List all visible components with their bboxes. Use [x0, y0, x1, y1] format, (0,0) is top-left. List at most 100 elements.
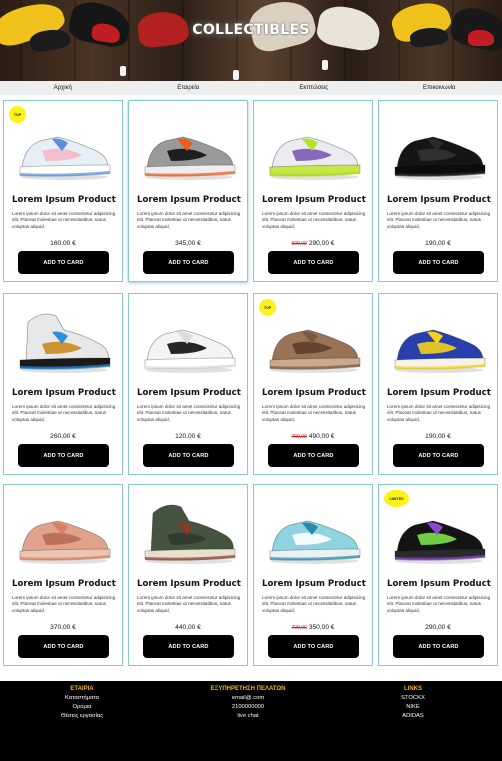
product-name[interactable]: Lorem Ipsum Product — [262, 195, 366, 205]
product-price-line: 260,00 € — [4, 433, 122, 440]
product-name[interactable]: Lorem Ipsum Product — [12, 579, 116, 589]
add-to-cart-button[interactable]: ADD TO CARD — [393, 635, 484, 658]
nav-item-home[interactable]: Αρχική — [0, 85, 126, 91]
product-image[interactable] — [12, 107, 114, 185]
product-card[interactable]: TOP Lorem Ipsum Product Lorem ipsum dolor … — [3, 100, 123, 282]
product-name[interactable]: Lorem Ipsum Product — [137, 388, 241, 398]
footer-column-company: ΕΤΑΙΡΙΑ Καταστήματα Ορόμια Θέσεις εργασί… — [52, 686, 112, 721]
product-price: 190,00 € — [425, 433, 451, 440]
product-badge: LIMITED — [384, 490, 409, 507]
add-to-cart-button[interactable]: ADD TO CARD — [268, 635, 359, 658]
product-card[interactable]: Lorem Ipsum Product Lorem ipsum dolor sit… — [378, 293, 498, 475]
product-image[interactable] — [262, 491, 364, 569]
product-price: 190,00 € — [425, 240, 451, 247]
product-card[interactable]: Lorem Ipsum Product Lorem ipsum dolor sit… — [253, 484, 373, 666]
product-image[interactable] — [137, 107, 239, 185]
footer: ΕΤΑΙΡΙΑ Καταστήματα Ορόμια Θέσεις εργασί… — [0, 681, 502, 761]
product-name[interactable]: Lorem Ipsum Product — [12, 388, 116, 398]
hero-price-tag — [120, 66, 126, 76]
footer-link-adidas[interactable]: ADIDAS — [390, 712, 436, 721]
product-image[interactable] — [262, 300, 364, 378]
footer-link-stockx[interactable]: STOCKX — [390, 694, 436, 703]
product-price-line: 190,00 € — [379, 240, 497, 247]
product-name[interactable]: Lorem Ipsum Product — [387, 388, 491, 398]
product-description: Lorem ipsum dolor sit amet consectetur a… — [137, 211, 241, 229]
footer-heading: LINKS — [404, 686, 422, 692]
product-name[interactable]: Lorem Ipsum Product — [387, 579, 491, 589]
product-price-line: 440,00 € — [129, 624, 247, 631]
product-price: 120,00 € — [175, 433, 201, 440]
product-description: Lorem ipsum dolor sit amet consectetur a… — [262, 404, 366, 422]
product-name[interactable]: Lorem Ipsum Product — [387, 195, 491, 205]
footer-link-nike[interactable]: NIKE — [390, 703, 436, 712]
main-nav: Αρχική Εταιρεία Εκπτώσεις Επικοινωνία — [0, 81, 502, 95]
product-image[interactable] — [12, 491, 114, 569]
product-name[interactable]: Lorem Ipsum Product — [137, 579, 241, 589]
add-to-cart-button[interactable]: ADD TO CARD — [18, 635, 109, 658]
product-price-line: 345,00 € — [129, 240, 247, 247]
product-card[interactable]: LIMITED Lorem Ipsum Product Lorem ipsum do… — [378, 484, 498, 666]
product-price-line: 160,00 € — [4, 240, 122, 247]
nav-item-company[interactable]: Εταιρεία — [126, 85, 252, 91]
hero-price-tag — [322, 60, 328, 70]
product-name[interactable]: Lorem Ipsum Product — [137, 195, 241, 205]
product-price: 490,00 € — [308, 433, 335, 440]
add-to-cart-button[interactable]: ADD TO CARD — [143, 635, 234, 658]
product-image[interactable] — [137, 300, 239, 378]
hero-title: COLLECTIBLES — [192, 22, 310, 38]
product-old-price: 700,00 — [291, 434, 307, 440]
footer-link-stores[interactable]: Καταστήματα — [52, 694, 112, 703]
footer-link-email[interactable]: email@.com — [198, 694, 298, 703]
product-description: Lorem ipsum dolor sit amet consectetur a… — [387, 595, 491, 613]
footer-link-phone[interactable]: 2100000000 — [198, 703, 298, 712]
product-description: Lorem ipsum dolor sit amet consectetur a… — [12, 404, 116, 422]
footer-column-customer-service: ΕΞΥΠΗΡΕΤΗΣΗ ΠΕΛΑΤΩΝ email@.com 210000000… — [198, 686, 298, 721]
product-description: Lorem ipsum dolor sit amet consectetur a… — [12, 595, 116, 613]
nav-item-contact[interactable]: Επικοινωνία — [377, 85, 502, 91]
add-to-cart-button[interactable]: ADD TO CARD — [393, 251, 484, 274]
product-price: 440,00 € — [175, 624, 201, 631]
product-old-price: 700,00 — [291, 625, 307, 631]
product-card[interactable]: Lorem Ipsum Product Lorem ipsum dolor sit… — [3, 484, 123, 666]
product-image[interactable] — [12, 300, 114, 378]
footer-heading: ΕΞΥΠΗΡΕΤΗΣΗ ΠΕΛΑΤΩΝ — [210, 686, 286, 692]
add-to-cart-button[interactable]: ADD TO CARD — [393, 444, 484, 467]
product-price-line: 190,00 € — [379, 433, 497, 440]
product-card[interactable]: Lorem Ipsum Product Lorem ipsum dolor sit… — [128, 484, 248, 666]
product-price-line: 370,00 € — [4, 624, 122, 631]
product-old-price: 600,00 — [291, 241, 307, 247]
product-card[interactable]: Lorem Ipsum Product Lorem ipsum dolor sit… — [3, 293, 123, 475]
add-to-cart-button[interactable]: ADD TO CARD — [143, 444, 234, 467]
footer-link-terms[interactable]: Ορόμια — [52, 703, 112, 712]
product-image[interactable] — [137, 491, 239, 569]
nav-item-sales[interactable]: Εκπτώσεις — [251, 85, 377, 91]
add-to-cart-button[interactable]: ADD TO CARD — [18, 251, 109, 274]
product-description: Lorem ipsum dolor sit amet consectetur a… — [137, 595, 241, 613]
product-price: 350,00 € — [308, 624, 335, 631]
product-price-line: 290,00 € — [379, 624, 497, 631]
product-card[interactable]: Lorem Ipsum Product Lorem ipsum dolor sit… — [253, 100, 373, 282]
footer-link-live-chat[interactable]: live chat — [198, 712, 298, 721]
hero-banner: COLLECTIBLES — [0, 0, 502, 81]
add-to-cart-button[interactable]: ADD TO CARD — [268, 444, 359, 467]
product-name[interactable]: Lorem Ipsum Product — [12, 195, 116, 205]
add-to-cart-button[interactable]: ADD TO CARD — [18, 444, 109, 467]
product-card[interactable]: Lorem Ipsum Product Lorem ipsum dolor sit… — [128, 100, 248, 282]
product-image[interactable] — [262, 107, 364, 185]
add-to-cart-button[interactable]: ADD TO CARD — [143, 251, 234, 274]
product-card[interactable]: TOP Lorem Ipsum Product Lorem ipsum dolor … — [253, 293, 373, 475]
product-price: 290,00 € — [425, 624, 451, 631]
hero-price-tag — [233, 70, 239, 80]
product-name[interactable]: Lorem Ipsum Product — [262, 388, 366, 398]
product-price-line: 120,00 € — [129, 433, 247, 440]
product-price: 370,00 € — [50, 624, 76, 631]
footer-link-jobs[interactable]: Θέσεις εργασίας — [52, 712, 112, 721]
product-card[interactable]: Lorem Ipsum Product Lorem ipsum dolor sit… — [378, 100, 498, 282]
product-image[interactable] — [387, 107, 489, 185]
add-to-cart-button[interactable]: ADD TO CARD — [268, 251, 359, 274]
product-image[interactable] — [387, 300, 489, 378]
product-card[interactable]: Lorem Ipsum Product Lorem ipsum dolor sit… — [128, 293, 248, 475]
product-name[interactable]: Lorem Ipsum Product — [262, 579, 366, 589]
product-description: Lorem ipsum dolor sit amet consectetur a… — [137, 404, 241, 422]
product-price: 160,00 € — [50, 240, 76, 247]
